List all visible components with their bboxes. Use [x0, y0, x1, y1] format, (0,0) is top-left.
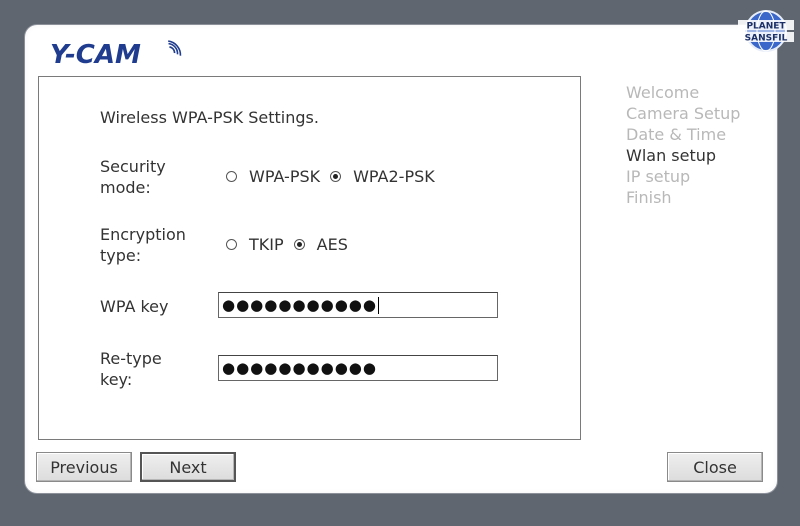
step-ip-setup: IP setup: [626, 167, 691, 186]
logo-text: Y-CAM: [50, 40, 141, 70]
encryption-type-label-line1: Encryption: [100, 225, 186, 244]
form-heading: Wireless WPA-PSK Settings.: [100, 108, 319, 127]
retype-key-input[interactable]: ●●●●●●●●●●●: [218, 355, 498, 381]
step-wlan-setup: Wlan setup: [626, 146, 717, 165]
text-caret: [377, 297, 379, 314]
security-mode-label-line2: mode:: [100, 178, 151, 197]
wpa-psk-radio[interactable]: [226, 171, 237, 182]
step-welcome: Welcome: [626, 83, 700, 102]
step-camera-setup: Camera Setup: [626, 104, 741, 123]
brand-line1: PLANET: [746, 22, 786, 32]
security-mode-label: Security mode:: [100, 156, 166, 198]
encryption-type-options: TKIP AES: [226, 235, 358, 254]
close-button[interactable]: Close: [667, 452, 763, 482]
step-finish: Finish: [626, 188, 672, 207]
wpa-psk-label[interactable]: WPA-PSK: [249, 167, 320, 186]
previous-button[interactable]: Previous: [36, 452, 132, 482]
wpa2-psk-radio[interactable]: [330, 171, 342, 182]
retype-key-label: Re-type key:: [100, 348, 162, 390]
ycam-logo: Y-CAM: [50, 38, 190, 72]
retype-key-label-line1: Re-type: [100, 349, 162, 368]
step-date-time: Date & Time: [626, 125, 727, 144]
wpa-key-input[interactable]: ●●●●●●●●●●●: [218, 292, 498, 318]
retype-key-label-line2: key:: [100, 370, 133, 389]
encryption-type-label-line2: type:: [100, 246, 142, 265]
encryption-type-label: Encryption type:: [100, 224, 186, 266]
wpa2-psk-label[interactable]: WPA2-PSK: [353, 167, 435, 186]
brand-line2: SANSFIL: [745, 34, 788, 44]
aes-label[interactable]: AES: [317, 235, 348, 254]
security-mode-options: WPA-PSK WPA2-PSK: [226, 167, 445, 186]
retype-key-value: ●●●●●●●●●●●: [222, 359, 377, 377]
wpa-key-value: ●●●●●●●●●●●: [222, 296, 377, 314]
tkip-radio[interactable]: [226, 239, 237, 250]
wizard-steps: Welcome Camera Setup Date & Time Wlan se…: [626, 82, 740, 208]
next-button[interactable]: Next: [140, 452, 236, 482]
wpa-key-label: WPA key: [100, 297, 169, 316]
security-mode-label-line1: Security: [100, 157, 166, 176]
aes-radio[interactable]: [293, 239, 305, 250]
planet-sansfil-logo: PLANET SANSFIL: [738, 10, 794, 52]
wifi-waves-icon: [168, 40, 182, 56]
tkip-label[interactable]: TKIP: [249, 235, 284, 254]
